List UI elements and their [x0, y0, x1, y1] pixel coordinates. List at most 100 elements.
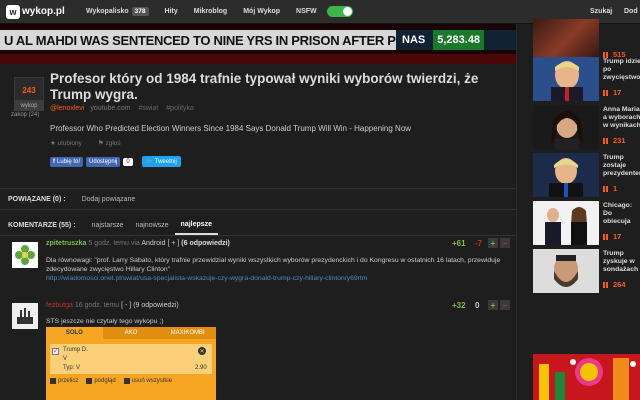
search-icon: [86, 378, 93, 384]
bet-odd: 2.90: [195, 365, 207, 371]
bet-actions: przelicz podgląd usuń wszystkie: [50, 378, 180, 384]
add-related-link[interactable]: Dodaj powiązane: [82, 196, 136, 203]
tag-link[interactable]: #polityka: [166, 105, 194, 112]
upvote-button[interactable]: +: [488, 300, 498, 310]
sort-tab-oldest[interactable]: najstarsze: [86, 217, 130, 234]
nav-label: Wykopalisko: [86, 8, 129, 15]
comment-author[interactable]: fezbutga: [46, 302, 73, 309]
collapse-toggle[interactable]: [ + ]: [167, 240, 179, 247]
facebook-share-button[interactable]: Udostępnij: [86, 156, 121, 167]
index-value: 5,283.48: [433, 30, 485, 50]
sidebar-title: Trump zostaje prezydentem: [603, 154, 640, 177]
comments-header: KOMENTARZE (55) : najstarsze najnowsze n…: [0, 216, 516, 236]
bet-tab-maxikombi[interactable]: MAXIKOMBI: [159, 327, 216, 339]
calculator-icon: [50, 378, 56, 384]
recalculate-button[interactable]: przelicz: [50, 378, 78, 384]
promo-banner[interactable]: [533, 354, 640, 400]
social-buttons: f Lubię to! Udostępnij 0 🐦 Tweetnij: [50, 156, 181, 167]
sidebar-title: Chicago: Do obiecuja zniesienie Polaków: [603, 202, 633, 225]
author-link[interactable]: @lenoxlevi: [50, 105, 84, 112]
score-plus: +32: [452, 301, 466, 310]
comment-text: Dla równowagi: "prof. Larry Sabato, któr…: [46, 257, 501, 273]
tag-link[interactable]: #swiat: [138, 105, 158, 112]
thumbnail-image: [533, 201, 599, 245]
bet-tabs: SOLO AKO MAXIKOMBI: [46, 327, 216, 339]
logo-mark: w: [6, 4, 20, 19]
facebook-like-button[interactable]: f Lubię to!: [50, 156, 84, 167]
toggle-knob: [342, 7, 352, 16]
video-player[interactable]: U AL MAHDI WAS SENTENCED TO NINE YRS IN …: [0, 24, 516, 64]
bet-selection-name: Trump D.: [63, 347, 88, 353]
score-minus: -7: [475, 239, 483, 248]
bet-checkbox[interactable]: ✓: [52, 348, 59, 355]
nav-nsfw[interactable]: NSFW: [296, 8, 317, 15]
source-domain[interactable]: youtube.com: [90, 105, 130, 112]
replies-count[interactable]: (6 odpowiedzi): [181, 240, 230, 247]
article-actions: ★ ulubiony ⚑ zgłoś: [50, 139, 137, 147]
comment-link[interactable]: http://wiadomosci.onet.pl/swiat/usa-spec…: [46, 275, 367, 282]
sidebar-item[interactable]: Chicago: Do obiecuja zniesienie Polaków …: [517, 198, 640, 248]
collapse-toggle[interactable]: [ - ]: [121, 302, 131, 309]
votes-icon: [603, 137, 610, 144]
sidebar-item[interactable]: Trump zyskuje w sondażach Parlamentu 264: [517, 246, 640, 296]
votes-icon: [603, 89, 610, 96]
comment-text: STS jeszcze nie czytały tego wykopu ;): [46, 318, 164, 325]
sidebar-item[interactable]: Anna Maria a wyborach w wynikach niczym …: [517, 102, 640, 152]
comment-header: fezbutga 16 godz. temu [ - ] (9 odpowied…: [46, 302, 179, 309]
add-link[interactable]: Dod: [624, 8, 638, 15]
nav-hity[interactable]: Hity: [165, 8, 178, 15]
nsfw-toggle[interactable]: [326, 6, 353, 17]
avatar[interactable]: [12, 303, 38, 329]
bet-tab-solo[interactable]: SOLO: [46, 327, 103, 339]
avatar[interactable]: [12, 242, 38, 268]
article-title[interactable]: Profesor który od 1984 trafnie typował w…: [50, 71, 510, 103]
score-plus: +61: [452, 239, 466, 248]
comment-time: 5 godz. temu: [88, 240, 129, 247]
sidebar-popular: 515 Trump idzie po zwycięstwo w stanów w…: [516, 19, 640, 400]
tweet-button[interactable]: 🐦 Tweetnij: [141, 156, 181, 167]
votes-icon: [603, 281, 610, 288]
article-description: Professor Who Predicted Election Winners…: [50, 124, 412, 133]
thumbnail: [533, 57, 599, 101]
sort-tab-newest[interactable]: najnowsze: [129, 217, 174, 234]
preview-button[interactable]: podgląd: [86, 378, 116, 384]
downvote-button[interactable]: −: [500, 300, 510, 310]
video-stripe: [0, 54, 516, 64]
tweet-label: Tweetnij: [154, 159, 177, 165]
thumbnail-image: [533, 57, 599, 101]
comment-author[interactable]: zpitetruszka: [46, 240, 86, 247]
sidebar-votes-value: 17: [613, 88, 622, 97]
search-link[interactable]: Szukaj: [590, 8, 612, 15]
report-link[interactable]: ⚑ zgłoś: [98, 139, 129, 147]
nav-moj-wykop[interactable]: Mój Wykop: [243, 8, 280, 15]
thumbnail-image: [533, 249, 599, 293]
sidebar-votes-value: 17: [613, 232, 622, 241]
main-nav: Wykopalisko 378 Hity Mikroblog Mój Wykop…: [86, 6, 353, 17]
replies-count[interactable]: (9 odpowiedzi): [133, 302, 179, 309]
favorite-link[interactable]: ★ ulubiony: [50, 139, 90, 147]
nav-mikroblog[interactable]: Mikroblog: [194, 8, 227, 15]
promo-image: [533, 354, 640, 400]
zakop-link[interactable]: zakop (24): [11, 112, 39, 118]
bet-tab-ako[interactable]: AKO: [103, 327, 160, 339]
sort-tab-best[interactable]: najlepsze: [174, 216, 219, 235]
sidebar-item[interactable]: Trump zostaje prezydentem 1: [517, 150, 640, 200]
bet-selection: ✓ Trump D. V Typ: V 2.90 ✕: [50, 344, 212, 374]
wykop-button[interactable]: wykop: [14, 100, 44, 111]
score-minus: 0: [475, 301, 480, 310]
site-logo[interactable]: w wykop.pl: [6, 4, 76, 19]
remove-all-label: usuń wszystkie: [131, 378, 173, 384]
thumbnail: [533, 249, 599, 293]
downvote-button[interactable]: −: [500, 238, 510, 248]
sidebar-votes: 17: [603, 88, 621, 97]
remove-all-button[interactable]: usuń wszystkie: [123, 378, 173, 384]
upvote-button[interactable]: +: [488, 238, 498, 248]
thumbnail: [533, 105, 599, 149]
nav-wykopalisko[interactable]: Wykopalisko 378: [86, 7, 149, 16]
close-icon[interactable]: ✕: [198, 347, 206, 355]
sidebar-item[interactable]: Trump idzie po zwycięstwo w stanów w jeg…: [517, 54, 640, 104]
bet-slip: SOLO AKO MAXIKOMBI ✓ Trump D. V Typ: V 2…: [46, 327, 216, 400]
facebook-icon: f: [53, 158, 55, 165]
thumbnail-image: [533, 105, 599, 149]
logo-text: wykop.pl: [22, 6, 65, 17]
